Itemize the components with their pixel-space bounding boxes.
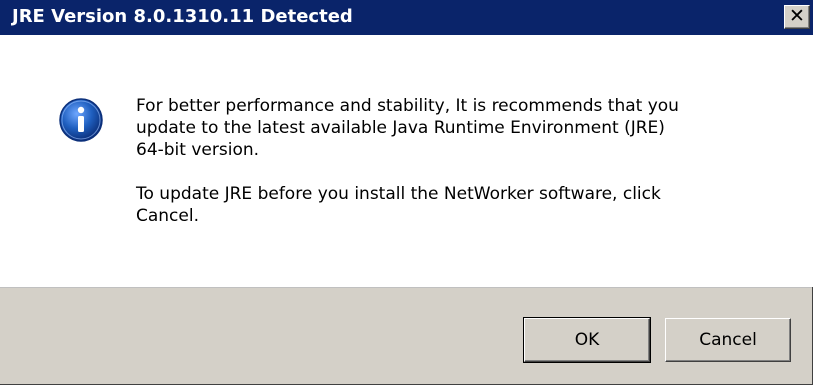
jre-detected-dialog: JRE Version 8.0.1310.11 Detected ✕ For b…: [0, 0, 813, 385]
message-paragraph-2: To update JRE before you install the Net…: [136, 184, 661, 226]
dialog-title: JRE Version 8.0.1310.11 Detected: [12, 6, 353, 27]
close-button[interactable]: ✕: [784, 5, 810, 29]
info-icon: [59, 98, 103, 142]
message-text: For better performance and stability, It…: [136, 95, 776, 249]
message-paragraph-1: For better performance and stability, It…: [136, 96, 679, 160]
cancel-button[interactable]: Cancel: [665, 318, 791, 362]
ok-button[interactable]: OK: [523, 317, 651, 363]
button-bar: OK Cancel: [0, 287, 812, 384]
message-area: For better performance and stability, It…: [0, 35, 813, 287]
title-bar[interactable]: JRE Version 8.0.1310.11 Detected ✕: [0, 0, 813, 35]
close-icon: ✕: [789, 5, 805, 27]
